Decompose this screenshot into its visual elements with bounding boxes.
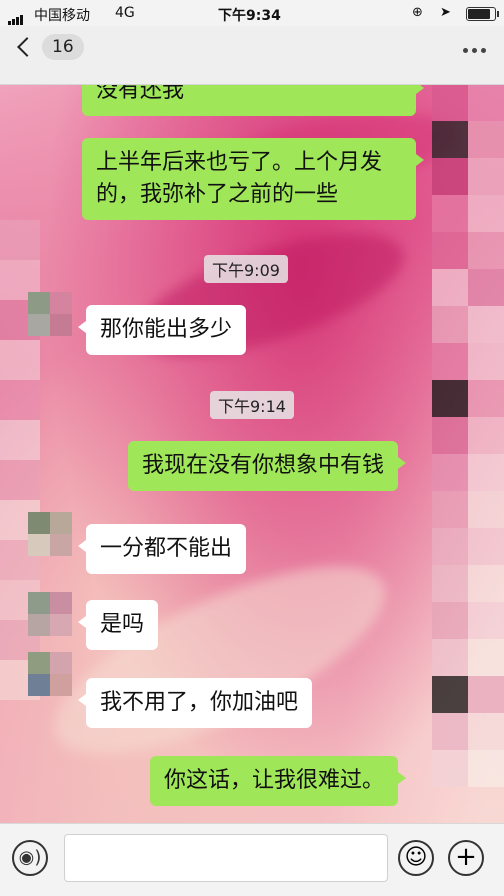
message-input[interactable] — [64, 834, 388, 882]
message-text: 你这话，让我很难过。 — [164, 768, 385, 793]
message-bubble-incoming[interactable]: 我不用了，你加油吧 — [77, 678, 313, 728]
back-button[interactable]: 16 — [14, 34, 84, 60]
chat-header-overlay: 16 — [0, 26, 504, 85]
input-bar: ◉) ☺ + — [0, 823, 504, 896]
plus-icon[interactable]: + — [448, 840, 484, 876]
status-time: 下午9:34 — [218, 8, 281, 24]
location-icon: ➤ — [440, 5, 451, 20]
more-options-icon[interactable] — [463, 48, 486, 53]
avatar[interactable] — [28, 292, 72, 336]
avatar[interactable] — [28, 652, 72, 696]
avatar[interactable] — [28, 592, 72, 636]
timestamp-label: 下午9:14 — [210, 391, 294, 419]
message-bubble-outgoing[interactable]: 我现在没有你想象中有钱 — [128, 441, 407, 491]
message-text: 上半年后来也亏了。上个月发的，我弥补了之前的一些 — [96, 150, 383, 207]
carrier-name: 中国移动 — [34, 8, 90, 24]
message-bubble-outgoing[interactable]: 上半年后来也亏了。上个月发的，我弥补了之前的一些 — [82, 138, 424, 220]
network-type: 4G — [115, 5, 135, 21]
message-bubble-outgoing[interactable]: 你这话，让我很难过。 — [150, 756, 407, 806]
message-bubble-incoming[interactable]: 那你能出多少 — [77, 305, 247, 355]
message-text: 那你能出多少 — [100, 317, 233, 342]
message-text: 一分都不能出 — [100, 536, 233, 561]
voice-icon[interactable]: ◉) — [12, 840, 48, 876]
status-bar: 中国移动 4G 下午9:34 ⊕ ➤ — [0, 0, 504, 26]
signal-strength-icon — [8, 9, 24, 25]
chevron-left-icon — [17, 37, 37, 57]
message-text: 我不用了，你加油吧 — [100, 690, 299, 715]
battery-icon — [466, 7, 499, 21]
timestamp-label: 下午9:09 — [204, 255, 288, 283]
avatar[interactable] — [28, 512, 72, 556]
right-mosaic-strip — [432, 84, 504, 824]
rotation-lock-icon: ⊕ — [412, 5, 423, 20]
message-bubble-incoming[interactable]: 一分都不能出 — [77, 524, 247, 574]
message-text: 我现在没有你想象中有钱 — [142, 453, 385, 478]
message-bubble-incoming[interactable]: 是吗 — [77, 600, 159, 650]
emoji-icon[interactable]: ☺ — [398, 840, 434, 876]
unread-count-badge: 16 — [42, 34, 84, 60]
message-text: 是吗 — [100, 612, 145, 637]
